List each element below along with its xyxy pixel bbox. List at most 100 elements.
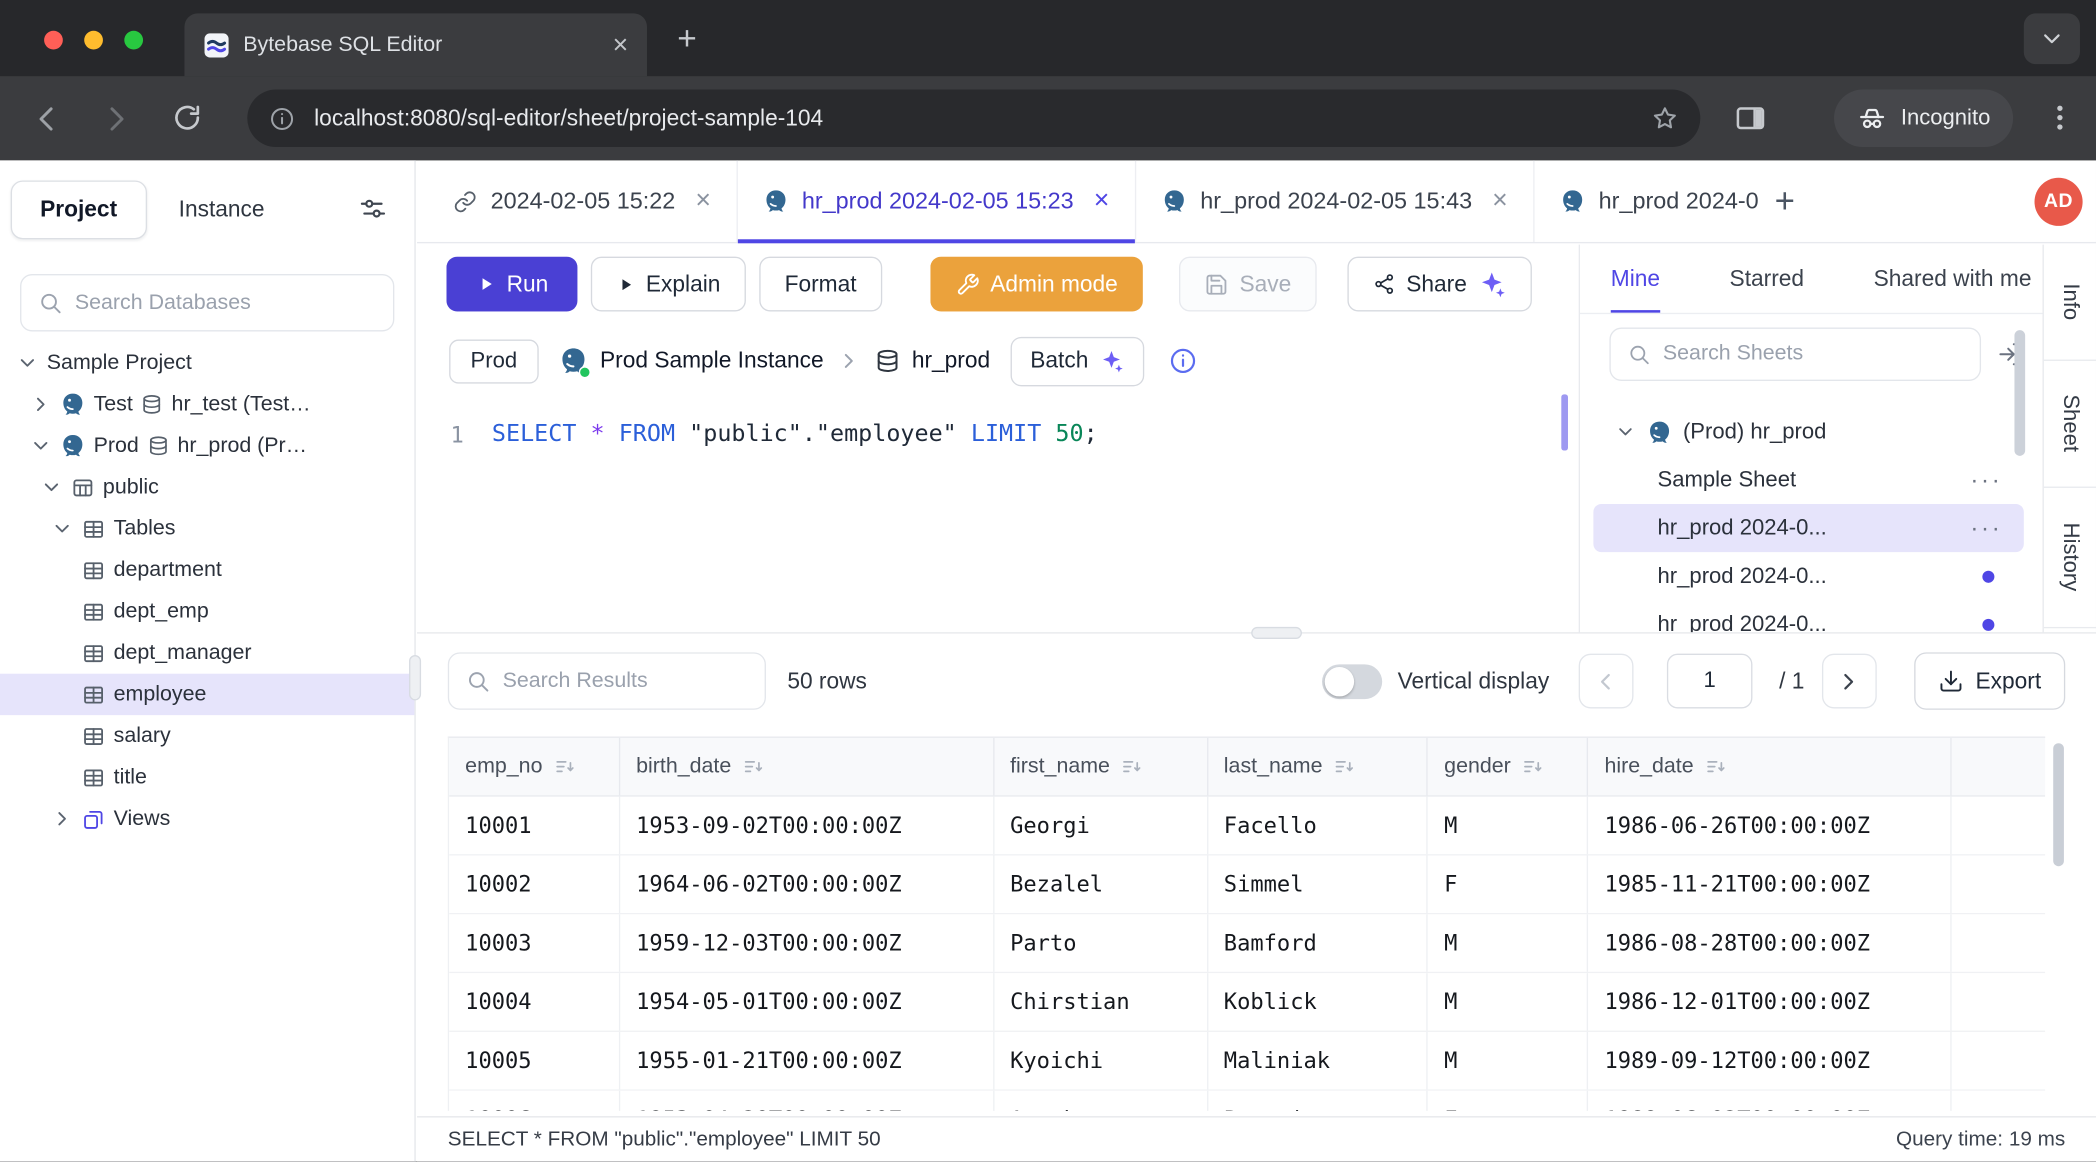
next-page-button[interactable] (1822, 654, 1877, 709)
close-tab-icon[interactable]: × (613, 31, 629, 58)
sort-icon[interactable] (1333, 755, 1356, 778)
address-bar[interactable]: localhost:8080/sql-editor/sheet/project-… (247, 90, 1700, 147)
back-button[interactable] (29, 102, 64, 137)
close-icon[interactable]: × (695, 186, 711, 217)
cell[interactable]: F (1428, 856, 1588, 913)
column-header-first_name[interactable]: first_name (994, 738, 1208, 795)
cell[interactable]: 1953-04-20T00:00:00Z (620, 1091, 994, 1111)
browser-tab[interactable]: Bytebase SQL Editor × (184, 13, 647, 76)
tree-item-dept_manager[interactable]: dept_manager (0, 632, 414, 673)
tab-starred[interactable]: Starred (1730, 245, 1805, 313)
sort-icon[interactable] (742, 755, 765, 778)
cell[interactable]: Koblick (1208, 973, 1428, 1030)
cell[interactable]: Parto (994, 914, 1208, 971)
window-maximize-button[interactable] (124, 31, 143, 50)
cell[interactable]: 1986-12-01T00:00:00Z (1588, 973, 1951, 1030)
cell[interactable]: Preusig (1208, 1091, 1428, 1111)
editor-tab-4[interactable]: hr_prod 2024-0 (1535, 160, 1759, 242)
sheet-item-selected[interactable]: hr_prod 2024-0... ··· (1593, 504, 2023, 552)
cell[interactable]: Anneke (994, 1091, 1208, 1111)
results-search-input[interactable] (503, 669, 749, 693)
tab-search-button[interactable] (2024, 13, 2080, 64)
close-icon[interactable]: × (1094, 186, 1110, 217)
tab-info[interactable]: Info (2044, 245, 2096, 361)
admin-mode-button[interactable]: Admin mode (930, 257, 1143, 312)
column-header-gender[interactable]: gender (1428, 738, 1588, 795)
cell[interactable]: M (1428, 797, 1588, 854)
column-header-birth_date[interactable]: birth_date (620, 738, 994, 795)
cell[interactable]: Bamford (1208, 914, 1428, 971)
cell[interactable]: 1986-08-28T00:00:00Z (1588, 914, 1951, 971)
sheet-group-hr_prod[interactable]: (Prod) hr_prod (1593, 408, 2023, 456)
cell[interactable]: Chirstian (994, 973, 1208, 1030)
cell[interactable]: 10003 (449, 914, 620, 971)
sheet-search-input[interactable] (1663, 342, 1964, 366)
editor-tab-2-active[interactable]: hr_prod 2024-02-05 15:23 × (738, 160, 1136, 242)
tree-item-title[interactable]: title (0, 757, 414, 798)
tree-item-department[interactable]: department (0, 549, 414, 590)
sidebar-resize-handle[interactable] (409, 655, 421, 700)
tab-sheet[interactable]: Sheet (2044, 361, 2096, 488)
browser-menu-icon[interactable] (2044, 102, 2076, 134)
cell[interactable]: 1954-05-01T00:00:00Z (620, 973, 994, 1030)
tree-item-views[interactable]: Views (0, 798, 414, 839)
save-button[interactable]: Save (1179, 257, 1316, 312)
cell[interactable]: Simmel (1208, 856, 1428, 913)
batch-button[interactable]: Batch (1010, 336, 1144, 385)
window-close-button[interactable] (44, 31, 63, 50)
tab-project[interactable]: Project (11, 180, 147, 239)
column-header-last_name[interactable]: last_name (1208, 738, 1428, 795)
tab-mine[interactable]: Mine (1611, 245, 1660, 313)
cell[interactable]: 10005 (449, 1032, 620, 1089)
cell[interactable]: F (1428, 1091, 1588, 1111)
sort-icon[interactable] (1121, 755, 1144, 778)
reload-button[interactable] (171, 102, 203, 134)
chevron-down-icon[interactable] (1615, 421, 1636, 442)
environment-chip[interactable]: Prod (449, 339, 538, 383)
sheet-search-box[interactable] (1609, 327, 1981, 380)
close-icon[interactable]: × (1492, 186, 1508, 217)
sheet-list-scrollbar[interactable] (2014, 330, 2025, 456)
cell[interactable]: 1955-01-21T00:00:00Z (620, 1032, 994, 1089)
cell[interactable]: 10002 (449, 856, 620, 913)
forward-button[interactable] (99, 102, 134, 137)
results-search-box[interactable] (448, 652, 766, 709)
tab-shared-with-me[interactable]: Shared with me (1874, 245, 2032, 313)
tree-item-hr_test[interactable]: Test hr_test (Test… (0, 384, 414, 425)
window-minimize-button[interactable] (84, 31, 103, 50)
cell[interactable]: 10006 (449, 1091, 620, 1111)
cell[interactable]: Facello (1208, 797, 1428, 854)
cell[interactable]: 1989-09-12T00:00:00Z (1588, 1032, 1951, 1089)
editor-tab-3[interactable]: hr_prod 2024-02-05 15:43 × (1136, 160, 1534, 242)
side-panel-icon[interactable] (1734, 102, 1767, 135)
cell[interactable]: 1959-12-03T00:00:00Z (620, 914, 994, 971)
chevron-down-icon[interactable] (29, 434, 52, 457)
site-info-icon[interactable] (269, 105, 296, 132)
filter-settings-icon[interactable] (358, 195, 387, 224)
new-sheet-button[interactable]: + (1759, 160, 1811, 242)
cell[interactable]: 10004 (449, 973, 620, 1030)
tree-item-tables[interactable]: Tables (0, 508, 414, 549)
cell[interactable]: M (1428, 1032, 1588, 1089)
cell[interactable]: 1985-11-21T00:00:00Z (1588, 856, 1951, 913)
sheet-item-unsaved-2[interactable]: hr_prod 2024-0... (1593, 600, 2023, 632)
sql-editor-line[interactable]: 1 SELECT * FROM "public"."employee" LIMI… (417, 414, 1579, 454)
vertical-display-toggle[interactable] (1321, 664, 1381, 699)
sort-icon[interactable] (1521, 755, 1544, 778)
tree-item-employee[interactable]: employee (0, 674, 414, 715)
bookmark-star-icon[interactable] (1651, 104, 1679, 132)
cell[interactable]: Maliniak (1208, 1032, 1428, 1089)
chevron-right-icon[interactable] (29, 393, 52, 416)
cell[interactable]: 10001 (449, 797, 620, 854)
run-button[interactable]: Run (446, 257, 577, 312)
tree-item-sample-project[interactable]: Sample Project (0, 342, 414, 383)
sparkles-icon[interactable] (1478, 269, 1507, 298)
new-tab-button[interactable]: + (667, 19, 707, 59)
cell[interactable]: 1964-06-02T00:00:00Z (620, 856, 994, 913)
cell[interactable]: Georgi (994, 797, 1208, 854)
tab-instance[interactable]: Instance (179, 196, 265, 223)
database-name[interactable]: hr_prod (912, 348, 990, 375)
format-button[interactable]: Format (759, 257, 882, 312)
chevron-down-icon[interactable] (16, 352, 39, 375)
database-search-box[interactable] (20, 274, 394, 331)
